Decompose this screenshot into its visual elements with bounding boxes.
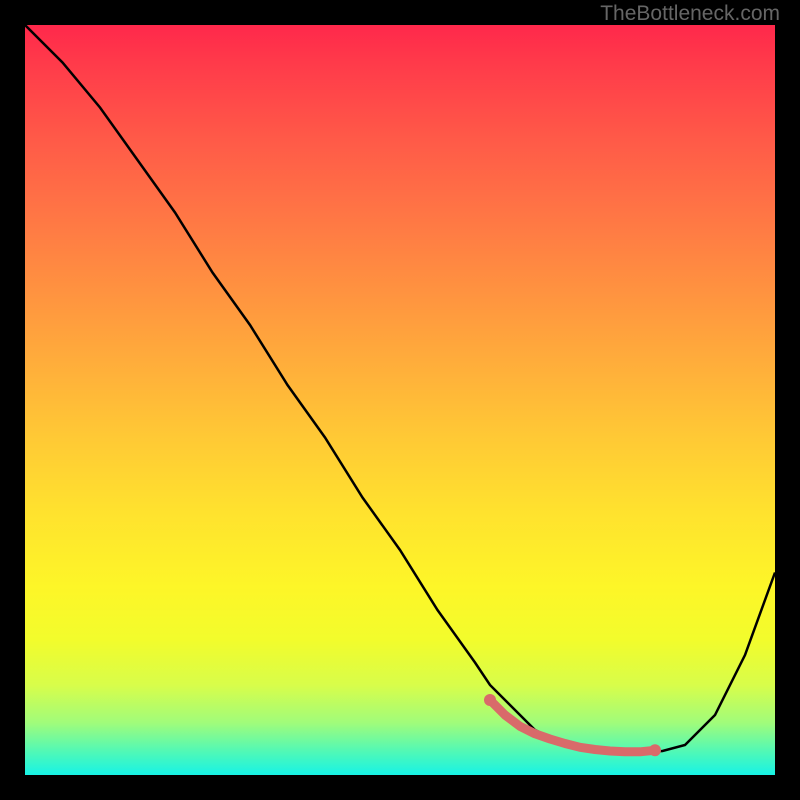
watermark-text: TheBottleneck.com (600, 2, 780, 26)
bottleneck-curve-line (25, 25, 775, 753)
plot-area (25, 25, 775, 775)
curve-svg (25, 25, 775, 775)
optimal-range-highlight (490, 700, 655, 752)
